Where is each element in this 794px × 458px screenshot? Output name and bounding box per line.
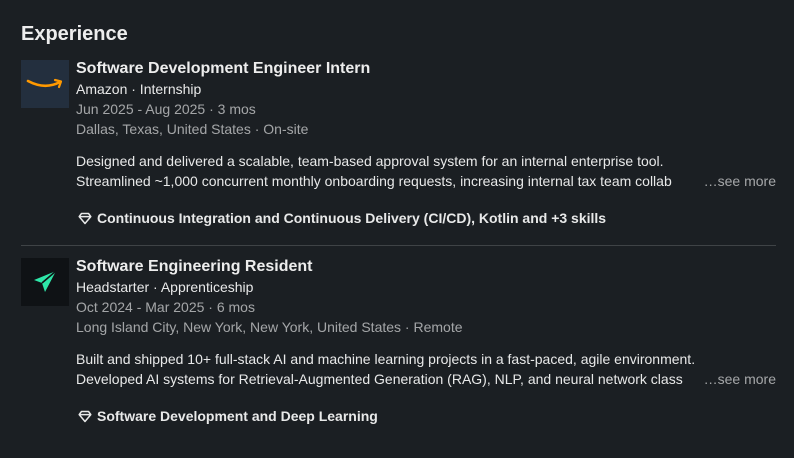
job-description: Designed and delivered a scalable, team-… bbox=[76, 151, 776, 191]
see-more-button[interactable]: …see more bbox=[703, 369, 776, 389]
description-line: Developed AI systems for Retrieval-Augme… bbox=[76, 371, 683, 387]
experience-body: Software Development Engineer Intern Ama… bbox=[76, 60, 776, 228]
job-title[interactable]: Software Development Engineer Intern bbox=[76, 59, 776, 79]
diamond-icon bbox=[78, 410, 92, 422]
job-title[interactable]: Software Engineering Resident bbox=[76, 257, 776, 277]
date-range: Oct 2024 - Mar 2025 · 6 mos bbox=[76, 299, 255, 315]
job-description: Built and shipped 10+ full-stack AI and … bbox=[76, 349, 776, 389]
headstarter-logo[interactable] bbox=[21, 258, 69, 306]
skills-text: Continuous Integration and Continuous De… bbox=[97, 210, 607, 226]
skills-link[interactable]: Software Development and Deep Learning bbox=[76, 406, 776, 426]
amazon-logo[interactable] bbox=[21, 60, 69, 108]
description-line: Streamlined ~1,000 concurrent monthly on… bbox=[76, 173, 672, 189]
company-name[interactable]: Amazon · Internship bbox=[76, 79, 776, 99]
experience-body: Software Engineering Resident Headstarte… bbox=[76, 258, 776, 426]
location: Dallas, Texas, United States · On-site bbox=[76, 121, 309, 137]
description-line: Built and shipped 10+ full-stack AI and … bbox=[76, 351, 696, 367]
experience-section: Experience Software Development Engineer… bbox=[0, 0, 794, 458]
experience-entry: Software Engineering Resident Headstarte… bbox=[21, 258, 776, 426]
company-name[interactable]: Headstarter · Apprenticeship bbox=[76, 277, 776, 297]
skills-link[interactable]: Continuous Integration and Continuous De… bbox=[76, 208, 776, 228]
experience-entry: Software Development Engineer Intern Ama… bbox=[21, 60, 776, 228]
entry-divider bbox=[21, 245, 776, 246]
see-more-button[interactable]: …see more bbox=[703, 171, 776, 191]
skills-text: Software Development and Deep Learning bbox=[97, 408, 378, 424]
amazon-smile-icon bbox=[26, 78, 63, 89]
date-range: Jun 2025 - Aug 2025 · 3 mos bbox=[76, 101, 256, 117]
diamond-icon bbox=[78, 212, 92, 224]
section-title: Experience bbox=[21, 23, 128, 45]
location: Long Island City, New York, New York, Un… bbox=[76, 319, 463, 335]
description-line: Designed and delivered a scalable, team-… bbox=[76, 153, 664, 169]
paper-plane-icon bbox=[34, 270, 57, 292]
